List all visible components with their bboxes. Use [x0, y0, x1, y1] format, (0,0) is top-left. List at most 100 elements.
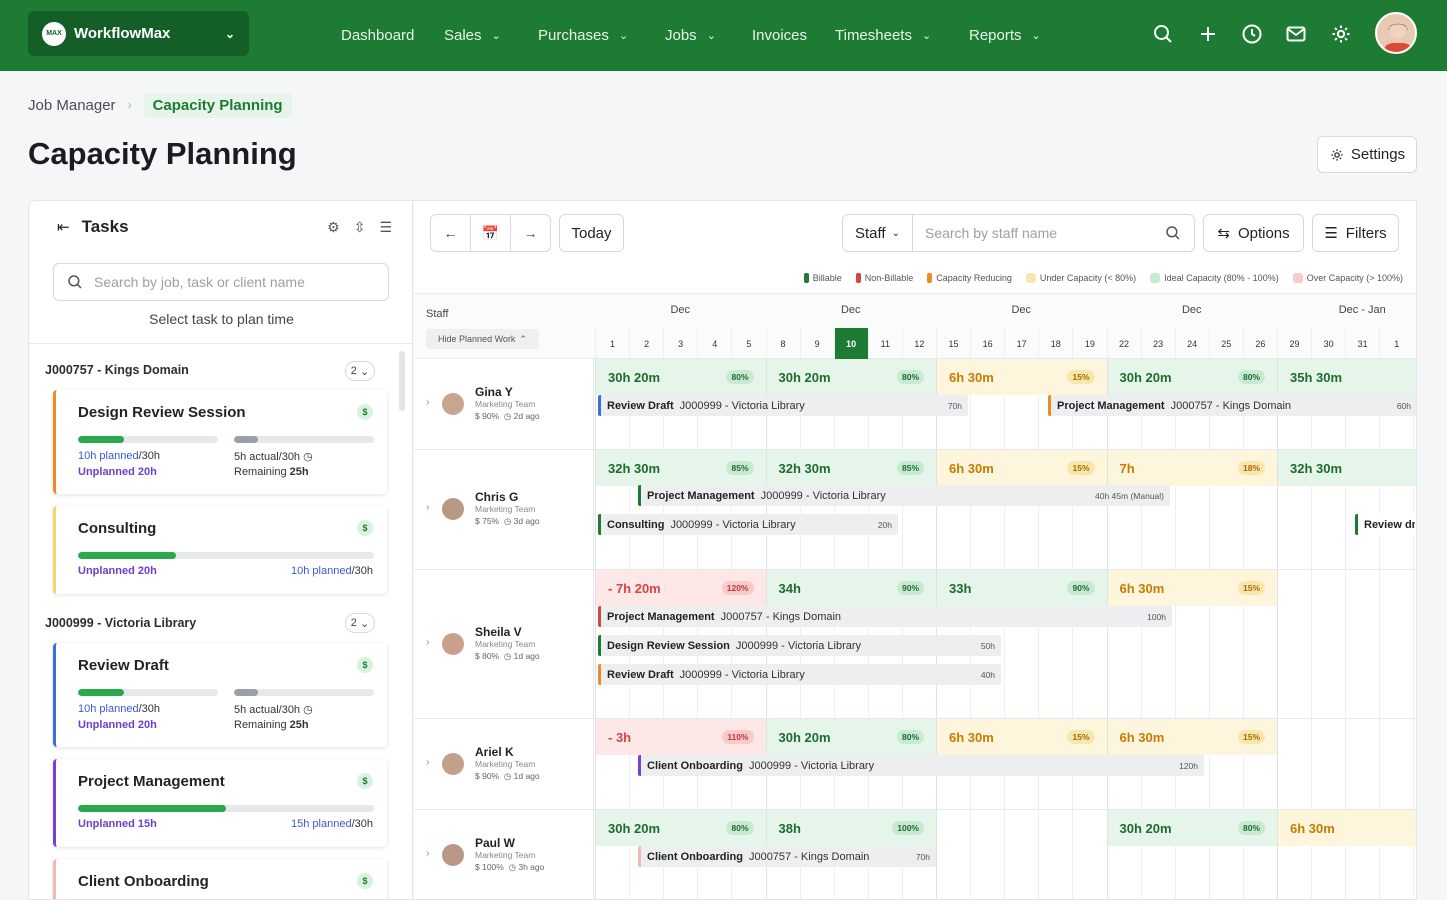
capacity-cell[interactable]: 6h 30m 15% [937, 359, 1107, 395]
capacity-cell[interactable]: 30h 20m 80% [1107, 359, 1277, 395]
task-card[interactable]: Consulting $ Unplanned 20h 10h planned/3… [53, 506, 387, 594]
chevron-right-icon[interactable]: › [426, 848, 429, 859]
capacity-cell[interactable]: 33h 90% [937, 570, 1107, 606]
job-group-count[interactable]: 2 ⌄ [345, 361, 375, 381]
planned-task-bar[interactable]: Client Onboarding J000757 - Kings Domain 7… [638, 846, 936, 867]
nav-dashboard[interactable]: Dashboard [341, 0, 414, 71]
capacity-cell[interactable]: 30h 20m 80% [596, 359, 766, 395]
planned-task-bar[interactable]: Client Onboarding J000999 - Victoria Libr… [638, 755, 1204, 776]
next-period-button[interactable]: → [511, 215, 550, 251]
sort-icon[interactable]: ⇳ [354, 219, 366, 236]
capacity-cell[interactable]: 6h 30m 15% [1107, 570, 1277, 606]
day-cell[interactable]: 9 [799, 328, 834, 360]
search-icon[interactable] [1151, 22, 1175, 46]
task-card[interactable]: Design Review Session $ 10h planned/30h … [53, 390, 387, 494]
staff-info[interactable]: › Paul W Marketing Team $ 100% ◷ 3h ago [414, 810, 594, 899]
nav-jobs[interactable]: Jobs ⌄ [665, 0, 716, 71]
nav-invoices[interactable]: Invoices [752, 0, 807, 71]
capacity-cell[interactable]: 6h 30m 15% [937, 450, 1107, 486]
task-card[interactable]: Client Onboarding $ [53, 859, 387, 899]
capacity-cell[interactable]: 34h 90% [766, 570, 936, 606]
user-avatar[interactable] [1375, 12, 1417, 54]
day-cell[interactable]: 24 [1174, 328, 1209, 360]
staff-search-input[interactable]: Search by staff name [913, 225, 1164, 241]
day-cell[interactable]: 2 [629, 328, 663, 360]
day-cell[interactable]: 29 [1277, 328, 1311, 360]
day-cell[interactable]: 12 [901, 328, 936, 360]
settings-button[interactable]: Settings [1317, 136, 1417, 173]
capacity-cell[interactable]: 35h 30m [1278, 359, 1416, 395]
day-cell[interactable]: 8 [765, 328, 800, 360]
planned-task-bar[interactable]: Project Management J000757 - Kings Domain… [1048, 395, 1416, 416]
day-cell[interactable]: 16 [970, 328, 1004, 360]
gear-icon[interactable] [1329, 22, 1353, 46]
clock-icon[interactable] [1240, 22, 1264, 46]
day-cell[interactable]: 15 [936, 328, 970, 360]
staff-info[interactable]: › Sheila V Marketing Team $ 80% ◷ 1d ago [414, 570, 594, 718]
planned-task-bar[interactable]: Project Management J000999 - Victoria Lib… [638, 485, 1170, 506]
planned-task-bar[interactable]: Review Draft J000999 - Victoria Library 40… [598, 664, 1001, 685]
chevron-right-icon[interactable]: › [426, 757, 429, 768]
nav-timesheets[interactable]: Timesheets ⌄ [835, 0, 931, 71]
day-cell[interactable]: 30 [1311, 328, 1345, 360]
day-cell[interactable]: 11 [867, 328, 902, 360]
capacity-cell[interactable]: 6h 30m 15% [937, 719, 1107, 755]
capacity-cell[interactable]: 32h 30m [1278, 450, 1416, 486]
capacity-cell[interactable]: 7h 18% [1107, 450, 1277, 486]
planned-task-bar[interactable]: Review dr [1355, 514, 1415, 535]
prev-period-button[interactable]: ← [431, 215, 471, 251]
job-group-count[interactable]: 2 ⌄ [345, 613, 375, 633]
hide-planned-work-toggle[interactable]: Hide Planned Work ⌃ [426, 329, 539, 349]
day-cell[interactable]: 26 [1242, 328, 1277, 360]
day-cell[interactable]: 31 [1345, 328, 1379, 360]
day-cell[interactable]: 3 [663, 328, 697, 360]
staff-dropdown[interactable]: Staff ⌄ [843, 215, 913, 251]
capacity-cell[interactable]: 30h 20m 80% [1107, 810, 1277, 846]
gear-icon[interactable]: ⚙ [327, 219, 340, 236]
calendar-icon[interactable]: 📅 [471, 215, 511, 251]
planned-task-bar[interactable]: Project Management J000757 - Kings Domain… [598, 606, 1172, 627]
capacity-cell[interactable]: - 3h 110% [596, 719, 766, 755]
capacity-cell[interactable]: 32h 30m 85% [766, 450, 936, 486]
staff-info[interactable]: › Ariel K Marketing Team $ 90% ◷ 1d ago [414, 719, 594, 809]
staff-info[interactable]: › Gina Y Marketing Team $ 90% ◷ 2d ago [414, 359, 594, 449]
day-cell[interactable]: 18 [1038, 328, 1072, 360]
filters-button[interactable]: ☰ Filters [1312, 214, 1399, 252]
capacity-cell[interactable]: 30h 20m 80% [766, 719, 936, 755]
capacity-cell[interactable]: 6h 30m [1278, 810, 1416, 846]
today-button[interactable]: Today [559, 214, 624, 252]
day-cell[interactable]: 1 [1379, 328, 1413, 360]
capacity-cell[interactable]: 38h 100% [766, 810, 936, 846]
capacity-cell[interactable]: - 7h 20m 120% [596, 570, 766, 606]
plus-icon[interactable] [1196, 22, 1220, 46]
capacity-cell[interactable]: 6h 30m 15% [1107, 719, 1277, 755]
capacity-cell[interactable]: 30h 20m 80% [766, 359, 936, 395]
day-cell[interactable]: 23 [1140, 328, 1175, 360]
day-cell[interactable]: 4 [697, 328, 731, 360]
staff-info[interactable]: › Chris G Marketing Team $ 75% ◷ 3d ago [414, 450, 594, 569]
scrollbar[interactable] [399, 351, 405, 411]
capacity-cell[interactable]: 32h 30m 85% [596, 450, 766, 486]
mail-icon[interactable] [1284, 22, 1308, 46]
filter-icon[interactable]: ☰ [379, 219, 392, 236]
day-cell[interactable]: 17 [1004, 328, 1038, 360]
options-button[interactable]: ⇆ Options [1203, 214, 1304, 252]
chevron-right-icon[interactable]: › [426, 637, 429, 648]
capacity-cell[interactable]: 30h 20m 80% [596, 810, 766, 846]
planned-task-bar[interactable]: Review Draft J000999 - Victoria Library 70… [598, 395, 968, 416]
breadcrumb-parent[interactable]: Job Manager [28, 97, 116, 114]
task-card[interactable]: Review Draft $ 10h planned/30h 5h actual… [53, 643, 387, 747]
planned-task-bar[interactable]: Design Review Session J000999 - Victoria … [598, 635, 1001, 656]
nav-purchases[interactable]: Purchases ⌄ [538, 0, 628, 71]
today-day-cell[interactable]: 10 [833, 328, 868, 360]
nav-sales[interactable]: Sales ⌄ [444, 0, 501, 71]
org-switcher[interactable]: MAX WorkflowMax ⌄ [28, 11, 249, 56]
task-search-input[interactable]: Search by job, task or client name [53, 263, 389, 301]
chevron-right-icon[interactable]: › [426, 397, 429, 408]
chevron-right-icon[interactable]: › [426, 502, 429, 513]
day-cell[interactable]: 22 [1106, 328, 1141, 360]
nav-reports[interactable]: Reports ⌄ [969, 0, 1041, 71]
day-cell[interactable]: 25 [1208, 328, 1243, 360]
collapse-panel-icon[interactable]: ⇤ [57, 218, 70, 236]
planned-task-bar[interactable]: Consulting J000999 - Victoria Library 20h [598, 514, 898, 535]
